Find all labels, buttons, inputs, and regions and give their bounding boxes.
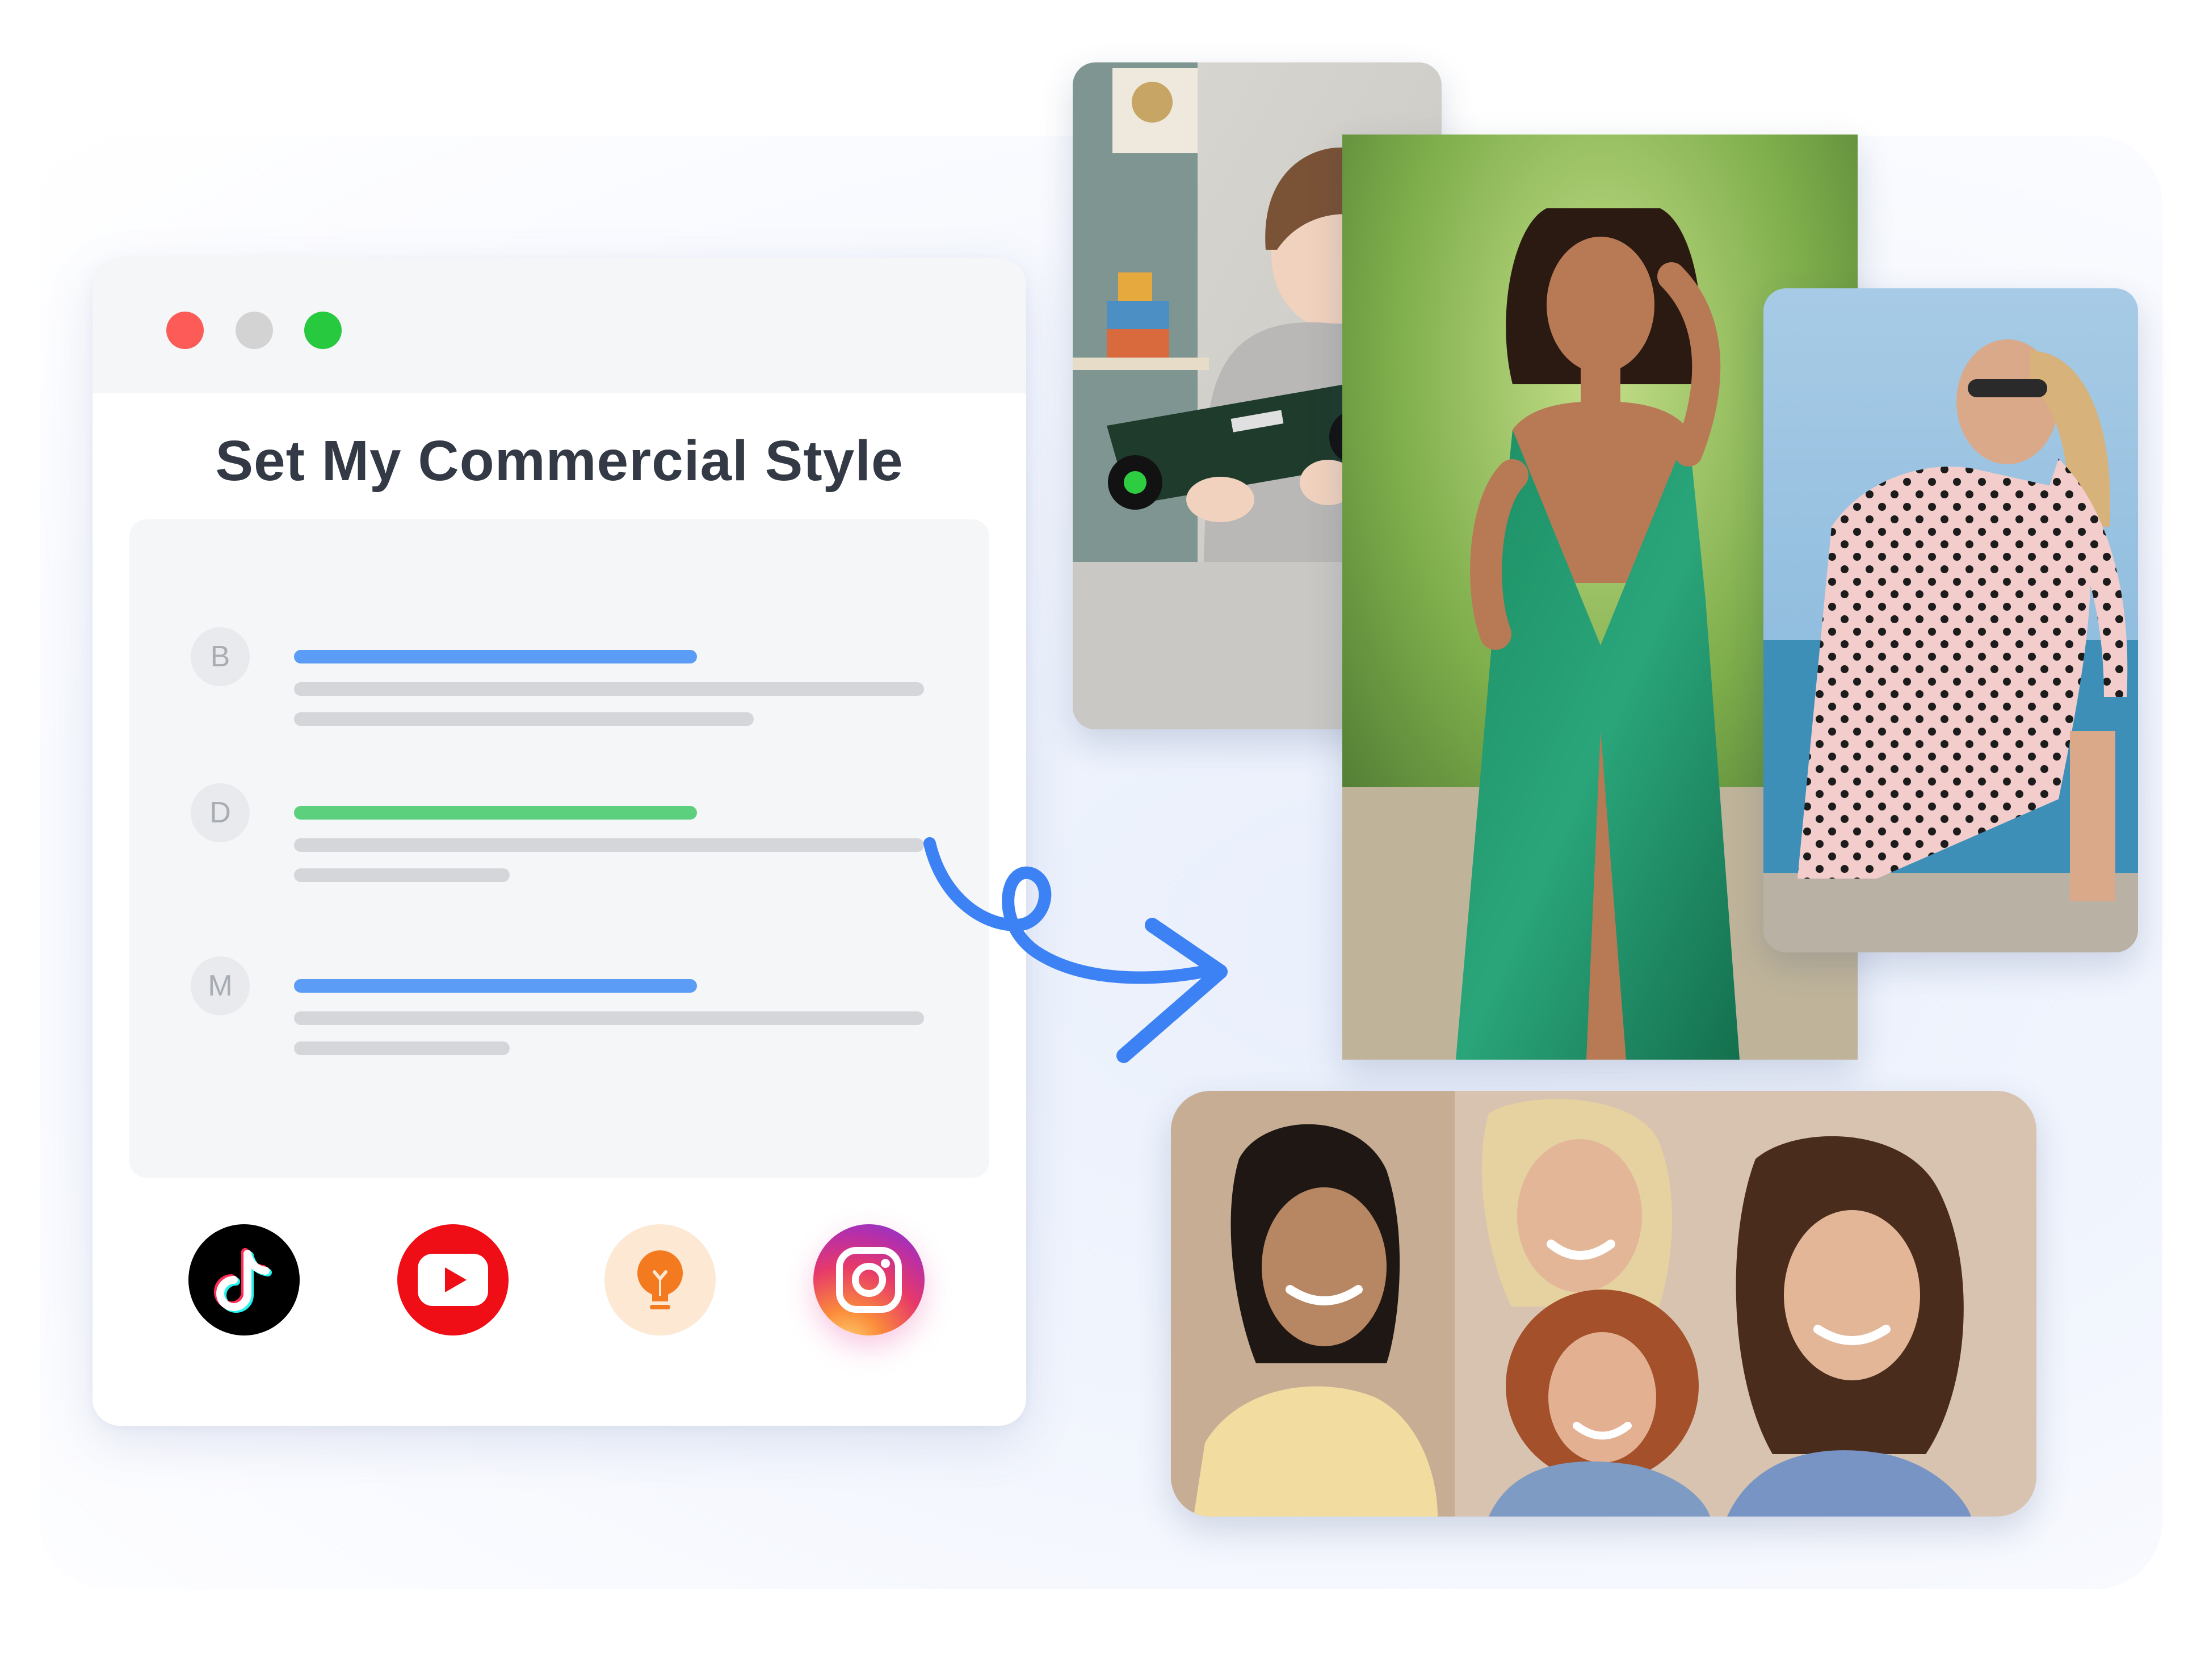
option-text-line bbox=[294, 1041, 510, 1055]
style-option-d[interactable]: D bbox=[129, 783, 989, 897]
style-option-letter: B bbox=[191, 627, 250, 686]
lightbulb-icon[interactable] bbox=[604, 1224, 716, 1335]
option-text-line bbox=[294, 838, 924, 852]
window-title: Set My Commercial Style bbox=[215, 429, 904, 493]
option-text-line bbox=[294, 868, 510, 882]
style-option-letter: M bbox=[191, 956, 250, 1015]
photo-friends-group bbox=[1171, 1091, 2036, 1517]
window-maximize-button[interactable] bbox=[304, 312, 342, 349]
option-text-line bbox=[294, 682, 924, 696]
option-text-line bbox=[294, 712, 754, 726]
style-option-b[interactable]: B bbox=[129, 627, 989, 741]
instagram-icon[interactable] bbox=[813, 1224, 925, 1335]
window-close-button[interactable] bbox=[166, 312, 204, 349]
curly-arrow-icon bbox=[923, 837, 1228, 1063]
option-title-bar bbox=[294, 979, 697, 993]
style-option-m[interactable]: M bbox=[129, 956, 989, 1070]
youtube-icon[interactable] bbox=[397, 1224, 509, 1335]
tiktok-icon[interactable] bbox=[188, 1224, 300, 1335]
window-titlebar bbox=[93, 258, 1026, 393]
option-title-bar bbox=[294, 806, 697, 820]
window-minimize-button[interactable] bbox=[236, 312, 273, 349]
style-options-panel: B D M bbox=[129, 519, 989, 1178]
style-option-letter: D bbox=[191, 783, 250, 842]
option-title-bar bbox=[294, 650, 697, 663]
photo-polka-dress bbox=[1763, 288, 2138, 952]
canvas: Set My Commercial Style B D M bbox=[0, 0, 2205, 1680]
option-text-line bbox=[294, 1011, 924, 1025]
